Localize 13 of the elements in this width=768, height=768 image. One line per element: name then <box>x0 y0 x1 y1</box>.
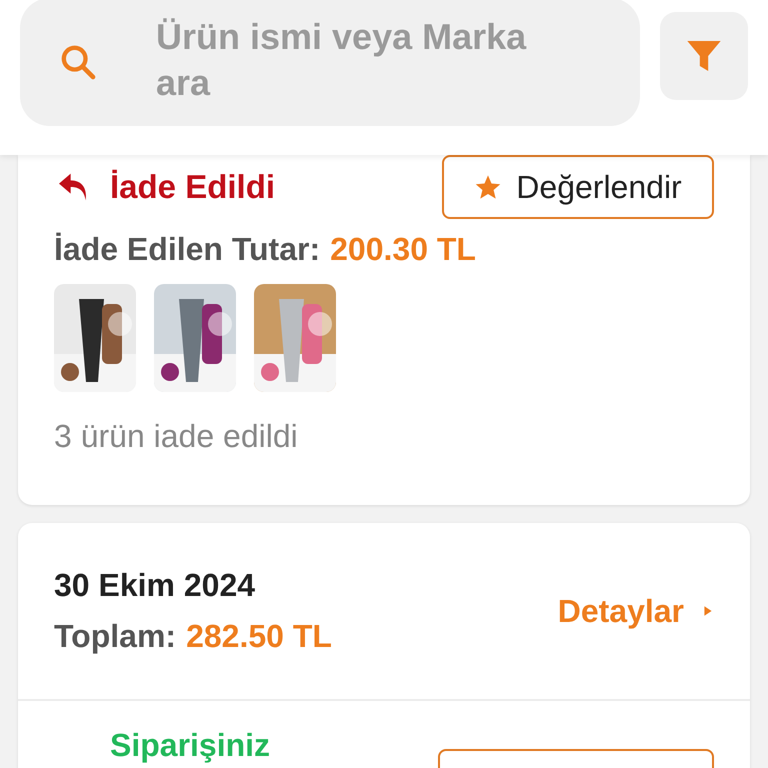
return-note: 3 ürün iade edildi <box>54 418 299 455</box>
amount-label: İade Edilen Tutar: <box>54 231 320 268</box>
caret-icon <box>702 605 714 617</box>
order-total: 282.50 TL <box>186 618 332 655</box>
filter-button[interactable] <box>660 12 748 100</box>
search-field[interactable]: Ürün ismi veya Marka ara <box>20 0 640 126</box>
refund-amount: 200.30 TL <box>330 231 476 268</box>
order-status: Siparişiniz <box>110 727 270 765</box>
star-icon <box>474 173 502 201</box>
rate-button[interactable]: Değerlendir <box>442 155 714 219</box>
order-date: 30 Ekim 2024 <box>54 567 256 604</box>
total-label: Toplam: <box>54 618 176 655</box>
order-status: İade Edildi <box>110 168 276 206</box>
